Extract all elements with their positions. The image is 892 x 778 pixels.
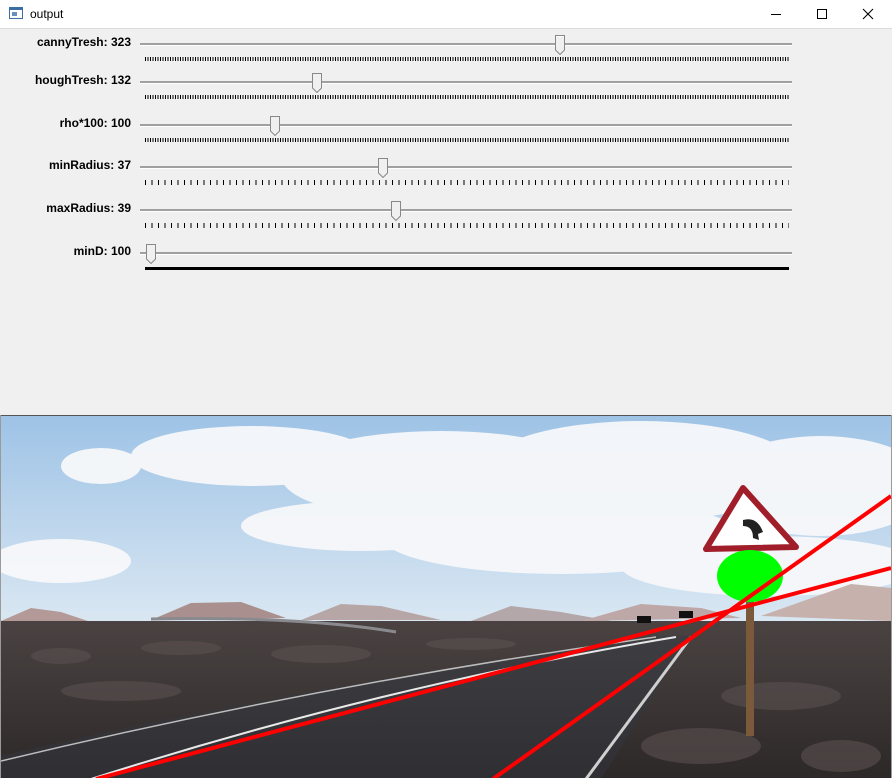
tick-marks (145, 138, 789, 142)
trackbar-row-rho: rho*100: 100 (0, 116, 892, 156)
trackbar-row-canny: cannyTresh: 323 (0, 35, 892, 75)
window-title: output (30, 7, 64, 21)
slider-track[interactable] (140, 124, 792, 127)
sign-post (746, 586, 754, 736)
trackbar-label: houghTresh: 132 (34, 73, 131, 87)
slider-track[interactable] (140, 209, 792, 212)
tick-marks (145, 57, 789, 61)
slider-track[interactable] (140, 43, 792, 46)
road-scene-image (1, 416, 891, 778)
trackbar-label: cannyTresh: 323 (36, 35, 131, 49)
slider-track[interactable] (140, 252, 792, 255)
slider-thumb[interactable] (378, 158, 388, 178)
maximize-icon (817, 9, 827, 19)
trackbar-label: minD: 100 (73, 244, 131, 258)
slider-track[interactable] (140, 166, 792, 169)
tick-marks (145, 223, 789, 228)
trackbar-row-hough: houghTresh: 132 (0, 73, 892, 113)
output-image (1, 415, 891, 778)
title-bar[interactable]: output (0, 0, 892, 29)
trackbar-label: maxRadius: 39 (46, 201, 131, 215)
trackbar-label: minRadius: 37 (48, 158, 131, 172)
minimize-button[interactable] (754, 0, 800, 29)
trackbar-row-min-radius: minRadius: 37 (0, 158, 892, 198)
slider-track[interactable] (140, 81, 792, 84)
tick-marks (145, 95, 789, 99)
slider-thumb[interactable] (555, 35, 565, 55)
trackbar-panel: cannyTresh: 323 houghTresh: 132 rho*100:… (0, 29, 892, 415)
close-button[interactable] (846, 0, 892, 29)
trackbar-label: rho*100: 100 (59, 116, 131, 130)
trackbar-row-max-radius: maxRadius: 39 (0, 201, 892, 241)
trackbar-row-min-d: minD: 100 (0, 244, 892, 284)
tick-marks (145, 267, 789, 270)
close-icon (862, 8, 874, 20)
tick-marks (145, 180, 789, 185)
slider-thumb[interactable] (270, 116, 280, 136)
maximize-button[interactable] (800, 0, 846, 29)
minimize-icon (771, 14, 781, 15)
app-window-icon (9, 7, 23, 19)
slider-thumb[interactable] (146, 244, 156, 264)
slider-thumb[interactable] (391, 201, 401, 221)
slider-thumb[interactable] (312, 73, 322, 93)
